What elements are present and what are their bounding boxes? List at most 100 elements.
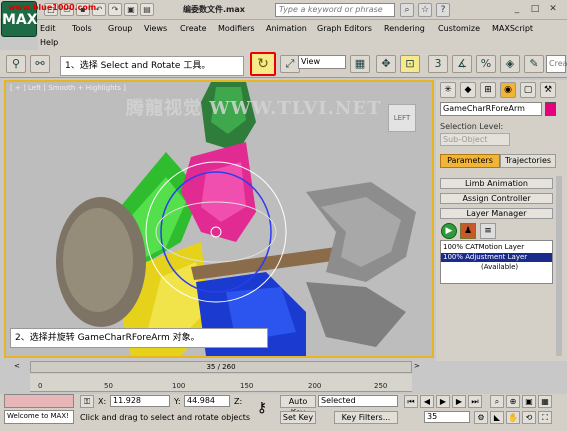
star-icon[interactable]: ☆ [418, 3, 432, 17]
fov-icon[interactable]: ◣ [490, 411, 504, 424]
create-tab-icon[interactable]: ✳ [440, 82, 456, 98]
tick-label: 150 [240, 382, 254, 390]
x-label: X: [98, 397, 107, 406]
panel-scrollbar[interactable] [556, 176, 562, 356]
menu-views[interactable]: Views [144, 24, 167, 33]
orbit-icon[interactable]: ⟲ [522, 411, 536, 424]
key-mode-select[interactable]: Selected [318, 395, 398, 407]
snap-icon[interactable]: 3 [428, 55, 448, 73]
goto-start-icon[interactable]: ⏮ [404, 395, 418, 408]
menu-help[interactable]: Help [40, 38, 58, 47]
maxscript-listener[interactable] [4, 394, 74, 408]
object-name-field[interactable]: GameCharRForeArm [440, 102, 542, 116]
next-frame-icon[interactable]: ▶ [452, 395, 466, 408]
track-bar[interactable]: 0 50 100 150 200 250 [30, 374, 412, 392]
edit-named-sel-icon[interactable]: ✎ [524, 55, 544, 73]
menu-create[interactable]: Create [180, 24, 207, 33]
link-icon[interactable]: ⚲ [6, 55, 26, 73]
z-coordinate-field[interactable] [244, 395, 246, 407]
hierarchy-tab-icon[interactable]: ⊞ [480, 82, 496, 98]
menu-group[interactable]: Group [108, 24, 132, 33]
hold-icon[interactable]: ▣ [124, 3, 138, 16]
help-icon[interactable]: ? [436, 3, 450, 17]
y-coordinate-field[interactable]: 44.984 [184, 395, 230, 407]
zoom-extents-all-icon[interactable]: ▦ [538, 395, 552, 408]
viewport-label[interactable]: [ + ] Left [ Smooth + Highlights ] [10, 84, 126, 92]
menu-graph-editors[interactable]: Graph Editors [317, 24, 372, 33]
select-and-rotate-button[interactable]: ↻ [250, 52, 276, 76]
viewport-left[interactable]: [ + ] Left [ Smooth + Highlights ] 腾龍视觉 … [4, 80, 434, 358]
zoom-extents-icon[interactable]: ▣ [522, 395, 536, 408]
unlink-icon[interactable]: ⚯ [30, 55, 50, 73]
motion-tab-icon[interactable]: ◉ [500, 82, 516, 98]
key-filters-button[interactable]: Key Filters... [334, 411, 398, 424]
modify-tab-icon[interactable]: ◆ [460, 82, 476, 98]
rollout-limb-animation[interactable]: Limb Animation [440, 178, 553, 189]
time-slider[interactable]: 35 / 260 [30, 361, 412, 373]
utilities-tab-icon[interactable]: ⚒ [540, 82, 556, 98]
pan-icon[interactable]: ✋ [506, 411, 520, 424]
maximize-icon[interactable]: □ [528, 3, 542, 17]
goto-end-icon[interactable]: ⏭ [468, 395, 482, 408]
layer-list[interactable]: 100% CATMotion Layer 100% Adjustment Lay… [440, 240, 553, 284]
step2-callout: 2、选择并旋转 GameCharRForeArm 对象。 [10, 328, 268, 348]
named-selection-field[interactable]: Crea [546, 55, 567, 73]
binoculars-icon[interactable]: ⌕ [400, 3, 414, 17]
redo-icon[interactable]: ↷ [108, 3, 122, 16]
list-item[interactable]: 100% CATMotion Layer [441, 243, 552, 252]
time-slider-prev-icon[interactable]: < [14, 362, 26, 372]
list-item[interactable]: (Available) [441, 263, 552, 272]
percent-snap-icon[interactable]: % [476, 55, 496, 73]
frame-display: 35 / 260 [206, 363, 236, 371]
add-layer-icon[interactable]: ♟ [460, 223, 476, 239]
menu-animation[interactable]: Animation [266, 24, 307, 33]
prev-frame-icon[interactable]: ◀ [420, 395, 434, 408]
menu-tools[interactable]: Tools [72, 24, 92, 33]
x-coordinate-field[interactable]: 11.928 [110, 395, 170, 407]
tab-parameters[interactable]: Parameters [440, 154, 500, 168]
play-icon[interactable]: ▶ [436, 395, 450, 408]
time-config-icon[interactable]: ⚙ [474, 411, 488, 424]
time-slider-next-icon[interactable]: > [414, 362, 426, 372]
layer-settings-icon[interactable]: ≡ [480, 223, 496, 239]
rotate-icon: ↻ [257, 56, 269, 72]
play-layer-icon[interactable]: ▶ [441, 223, 457, 239]
menu-modifiers[interactable]: Modifiers [218, 24, 255, 33]
menu-customize[interactable]: Customize [438, 24, 480, 33]
rollout-assign-controller[interactable]: Assign Controller [440, 193, 553, 204]
subobject-dropdown[interactable]: Sub-Object [440, 133, 510, 146]
zoom-icon[interactable]: ⌕ [490, 395, 504, 408]
menu-edit[interactable]: Edit [40, 24, 56, 33]
rollout-label: Assign Controller [462, 194, 531, 203]
layer-label: 100% CATMotion Layer [443, 243, 525, 251]
welcome-field[interactable]: Welcome to MAX! [4, 410, 74, 424]
display-tab-icon[interactable]: ▢ [520, 82, 536, 98]
pivot-icon[interactable]: ▦ [350, 55, 370, 73]
menu-maxscript[interactable]: MAXScript [492, 24, 533, 33]
current-frame-field[interactable]: 35 [424, 411, 470, 423]
layer-label: (Available) [481, 263, 519, 271]
close-icon[interactable]: ✕ [546, 3, 560, 17]
status-bar: Welcome to MAX! ⚿ X: 11.928 Y: 44.984 Z:… [0, 394, 567, 431]
lock-icon[interactable]: ⚿ [80, 395, 94, 408]
angle-snap-icon[interactable]: ∡ [452, 55, 472, 73]
reference-coordinate-select[interactable]: View [298, 55, 346, 69]
keyboard-shortcut-icon[interactable]: ⊡ [400, 55, 420, 73]
zoom-all-icon[interactable]: ⊕ [506, 395, 520, 408]
tab-trajectories[interactable]: Trajectories [500, 154, 556, 168]
fetch-icon[interactable]: ▤ [140, 3, 154, 16]
auto-key-button[interactable]: Auto Key [280, 395, 316, 417]
reference-coord-icon[interactable]: ⤢ [280, 55, 300, 73]
object-color-swatch[interactable] [545, 102, 556, 116]
search-input[interactable]: Type a keyword or phrase [275, 3, 395, 17]
spinner-snap-icon[interactable]: ◈ [500, 55, 520, 73]
list-item-selected[interactable]: 100% Adjustment Layer [441, 253, 552, 262]
menu-rendering[interactable]: Rendering [384, 24, 425, 33]
key-icon[interactable]: ⚷ [252, 398, 272, 418]
select-manipulate-icon[interactable]: ✥ [376, 55, 396, 73]
set-key-button[interactable]: Set Key [280, 411, 316, 424]
minimize-icon[interactable]: _ [510, 3, 524, 17]
rollout-layer-manager[interactable]: Layer Manager [440, 208, 553, 219]
viewcube[interactable]: LEFT [388, 104, 416, 132]
maximize-viewport-icon[interactable]: ⛶ [538, 411, 552, 424]
